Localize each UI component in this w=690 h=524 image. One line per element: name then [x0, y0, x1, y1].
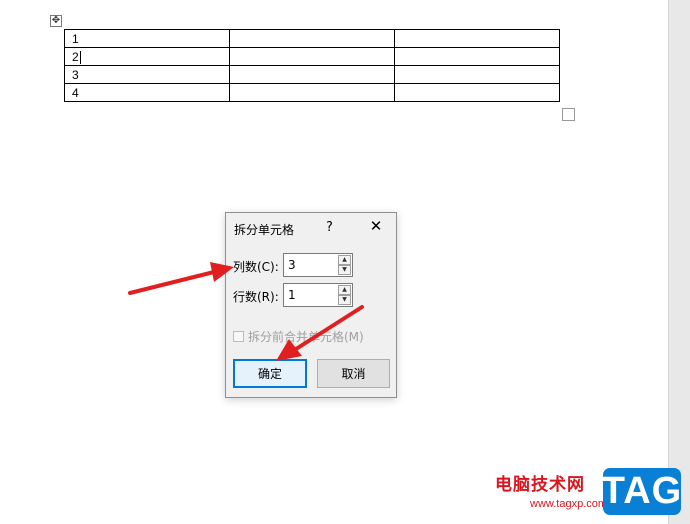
table-row: 4 [64, 83, 560, 102]
merge-before-split-checkbox[interactable]: 拆分前合并单元格(M) [233, 328, 364, 345]
rows-value: 1 [288, 288, 296, 302]
table-row: 3 [64, 65, 560, 84]
table-cell[interactable] [394, 83, 560, 102]
rows-label: 行数(R): [233, 290, 279, 304]
table-cell[interactable] [394, 65, 560, 84]
caret-up-icon[interactable]: ▲ [338, 285, 351, 295]
ok-button[interactable]: 确定 [233, 359, 307, 388]
dialog-title: 拆分单元格 [234, 223, 295, 237]
rows-spinner: ▲ ▼ [338, 285, 351, 305]
tag-logo-badge: TAG [602, 468, 681, 515]
table-resize-handle[interactable] [562, 108, 575, 121]
table-cell[interactable]: 4 [64, 83, 230, 102]
document-table: 1 2 3 4 [64, 29, 560, 102]
table-cell[interactable] [229, 65, 395, 84]
cell-text: 2 [72, 49, 79, 64]
caret-down-icon[interactable]: ▼ [338, 295, 351, 305]
table-cell-with-caret[interactable]: 2 [64, 47, 230, 66]
table-cell[interactable]: 1 [64, 29, 230, 48]
caret-down-icon[interactable]: ▼ [338, 265, 351, 275]
table-move-handle-icon[interactable]: ✥ [50, 15, 62, 27]
text-caret [79, 50, 81, 64]
watermark-url: www.tagxp.com [530, 498, 608, 510]
table-cell[interactable]: 3 [64, 65, 230, 84]
rows-input[interactable]: 1 ▲ ▼ [283, 283, 353, 307]
split-cells-dialog: 拆分单元格 ? ✕ 列数(C): 3 ▲ ▼ 行数(R): 1 ▲ ▼ 拆分前合… [225, 212, 397, 398]
watermark-site-name: 电脑技术网 [495, 475, 585, 495]
table-cell[interactable] [394, 47, 560, 66]
table-cell[interactable] [394, 29, 560, 48]
red-pointer-arrow-1 [128, 262, 234, 295]
columns-spinner: ▲ ▼ [338, 255, 351, 275]
vertical-scrollbar[interactable] [668, 0, 690, 524]
table-cell[interactable] [229, 83, 395, 102]
checkbox-box[interactable] [233, 331, 244, 342]
table-cell[interactable] [229, 47, 395, 66]
table-row: 1 [64, 29, 560, 48]
cancel-button[interactable]: 取消 [317, 359, 390, 388]
help-icon[interactable]: ? [326, 220, 333, 235]
checkbox-label: 拆分前合并单元格(M) [248, 330, 364, 344]
columns-label: 列数(C): [233, 260, 279, 274]
close-icon[interactable]: ✕ [367, 217, 385, 235]
columns-value: 3 [288, 258, 296, 272]
table-cell[interactable] [229, 29, 395, 48]
columns-input[interactable]: 3 ▲ ▼ [283, 253, 353, 277]
caret-up-icon[interactable]: ▲ [338, 255, 351, 265]
table-row: 2 [64, 47, 560, 66]
